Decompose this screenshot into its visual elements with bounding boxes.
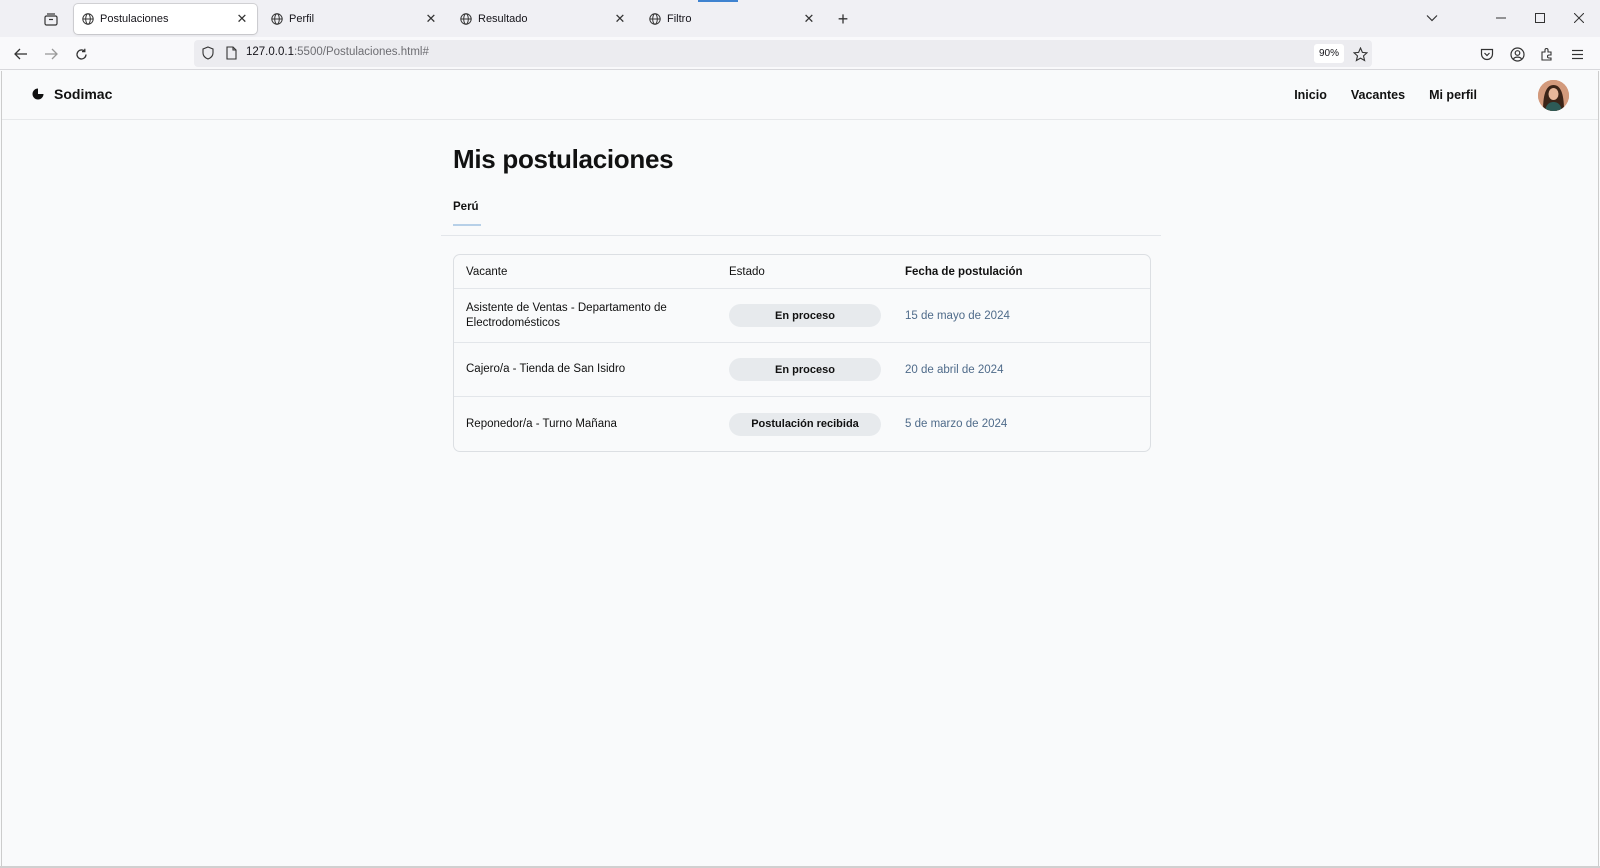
tab-title: Perfil: [289, 13, 315, 25]
page-title: Mis postulaciones: [453, 144, 674, 174]
tab-peru[interactable]: Perú: [453, 201, 481, 226]
main-content: Mis postulaciones Perú Vacante Estado Fe…: [441, 144, 1161, 452]
table-header-row: Vacante Estado Fecha de postulación: [454, 255, 1150, 289]
maximize-icon[interactable]: [1527, 7, 1553, 29]
chevron-down-icon[interactable]: [1419, 7, 1445, 29]
tab-list-icon[interactable]: [38, 8, 64, 30]
shield-icon[interactable]: [202, 46, 214, 65]
site-nav: Inicio Vacantes Mi perfil: [1294, 88, 1477, 102]
table-row: Reponedor/a - Turno Mañana Postulación r…: [454, 397, 1150, 451]
globe-icon: [271, 13, 283, 25]
brand-name: Sodimac: [54, 86, 113, 102]
column-header-estado: Estado: [729, 265, 765, 278]
address-bar[interactable]: 127.0.0.1:5500/Postulaciones.html# 90%: [194, 40, 1372, 67]
applications-table: Vacante Estado Fecha de postulación Asis…: [453, 254, 1151, 452]
brand-logo-icon: [32, 88, 44, 100]
date-cell: 20 de abril de 2024: [905, 363, 1004, 376]
date-cell: 5 de marzo de 2024: [905, 418, 1008, 430]
brand[interactable]: Sodimac: [32, 86, 112, 102]
vacante-cell: Cajero/a - Tienda de San Isidro: [466, 363, 626, 375]
status-badge: En proceso: [729, 358, 881, 381]
web-page: Sodimac Inicio Vacantes Mi perfil Mis po…: [1, 71, 1599, 868]
site-header: Sodimac Inicio Vacantes Mi perfil: [2, 71, 1598, 120]
vacante-cell: Reponedor/a - Turno Mañana: [466, 417, 617, 430]
browser-tab-postulaciones[interactable]: Postulaciones ✕: [74, 4, 257, 34]
account-icon[interactable]: [1505, 42, 1529, 66]
url-text[interactable]: 127.0.0.1:5500/Postulaciones.html#: [246, 46, 429, 58]
zoom-level-badge[interactable]: 90%: [1314, 44, 1344, 63]
menu-icon[interactable]: [1565, 42, 1589, 66]
globe-icon: [460, 13, 472, 25]
tab-title: Postulaciones: [100, 13, 169, 25]
vacante-cell: Asistente de Ventas - Departamento de El…: [466, 301, 667, 329]
globe-icon: [649, 13, 661, 25]
extensions-icon[interactable]: [1535, 42, 1559, 66]
bookmark-star-icon[interactable]: [1350, 44, 1370, 64]
url-path: :5500/Postulaciones.html#: [293, 46, 429, 58]
browser-tab-resultado[interactable]: Resultado ✕: [452, 4, 635, 34]
new-tab-button[interactable]: +: [833, 9, 853, 29]
nav-link-inicio[interactable]: Inicio: [1294, 88, 1327, 102]
avatar[interactable]: [1538, 80, 1569, 111]
tab-title: Filtro: [667, 13, 692, 25]
date-cell: 15 de mayo de 2024: [905, 309, 1010, 322]
reload-icon[interactable]: [69, 42, 93, 66]
close-icon[interactable]: ✕: [802, 11, 816, 26]
close-icon[interactable]: ✕: [613, 11, 627, 26]
column-header-fecha: Fecha de postulación: [905, 265, 1023, 278]
browser-tab-bar: Postulaciones ✕ Perfil ✕ Resultado ✕ Fil…: [0, 0, 1600, 37]
back-arrow-icon[interactable]: [9, 42, 33, 66]
nav-link-vacantes[interactable]: Vacantes: [1351, 88, 1405, 102]
country-tabs: Perú: [441, 198, 1161, 236]
table-row: Cajero/a - Tienda de San Isidro En proce…: [454, 343, 1150, 397]
page-icon[interactable]: [226, 46, 237, 65]
pocket-icon[interactable]: [1475, 42, 1499, 66]
browser-tab-filtro[interactable]: Filtro ✕: [641, 4, 824, 34]
browser-tab-perfil[interactable]: Perfil ✕: [263, 4, 446, 34]
status-badge: Postulación recibida: [729, 412, 881, 436]
globe-icon: [82, 13, 94, 25]
close-icon[interactable]: ✕: [424, 11, 438, 26]
status-badge: En proceso: [729, 304, 881, 327]
url-host: 127.0.0.1: [246, 46, 294, 58]
nav-link-mi-perfil[interactable]: Mi perfil: [1429, 88, 1477, 102]
tab-title: Resultado: [478, 13, 528, 25]
window-close-icon[interactable]: [1566, 7, 1592, 29]
tab-loading-indicator: [698, 0, 738, 2]
browser-nav-bar: 127.0.0.1:5500/Postulaciones.html# 90%: [0, 37, 1600, 70]
table-row: Asistente de Ventas - Departamento de El…: [454, 289, 1150, 343]
column-header-vacante: Vacante: [466, 265, 508, 278]
forward-arrow-icon[interactable]: [39, 42, 63, 66]
close-icon[interactable]: ✕: [235, 11, 249, 26]
minimize-icon[interactable]: [1488, 7, 1514, 29]
